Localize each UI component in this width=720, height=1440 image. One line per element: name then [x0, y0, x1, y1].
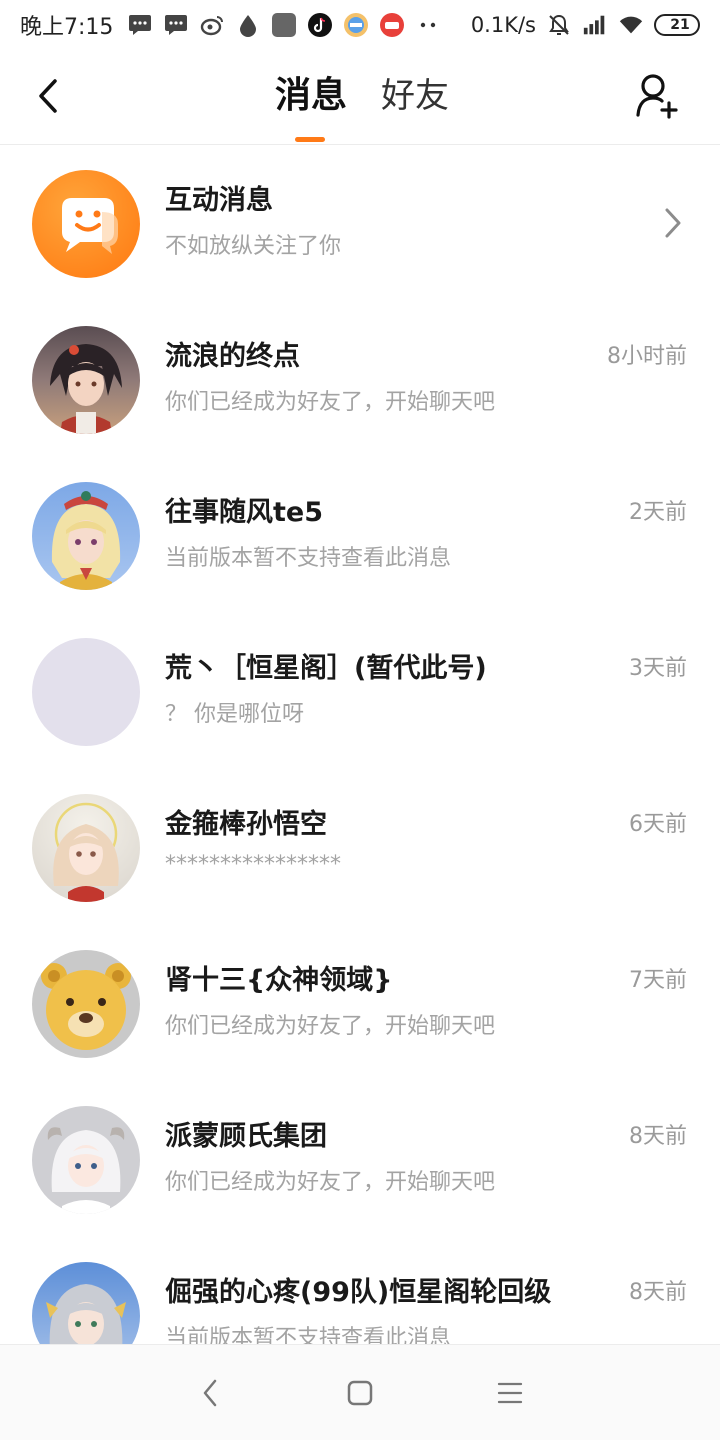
system-nav-bar	[0, 1344, 720, 1440]
nav-home-button[interactable]	[340, 1373, 380, 1413]
tabs: 消息 好友	[275, 72, 449, 142]
tab-messages[interactable]: 消息	[275, 72, 348, 142]
nav-menu-button[interactable]	[490, 1373, 530, 1413]
interaction-messages-item[interactable]: 互动消息 不如放纵关注了你	[0, 146, 720, 302]
avatar	[32, 1262, 140, 1344]
app-icon	[271, 12, 297, 38]
tab-friends-label: 好友	[381, 76, 450, 116]
add-friend-button[interactable]	[634, 72, 680, 120]
message-time: 2天前	[629, 500, 687, 525]
message-preview: 当前版本暂不支持查看此消息	[165, 1326, 452, 1344]
message-title: 倔强的心疼(99队)恒星阁轮回级	[165, 1277, 552, 1308]
avatar	[32, 638, 140, 746]
conversation-item[interactable]: 荒丶［恒星阁］(暂代此号) ？ 你是哪位呀 3天前	[0, 614, 720, 770]
message-preview: ****************	[165, 852, 341, 877]
avatar	[32, 482, 140, 590]
message-title: 派蒙顾氏集团	[165, 1121, 327, 1152]
conversation-item[interactable]: 往事随风te5 当前版本暂不支持查看此消息 2天前	[0, 458, 720, 614]
message-title: 肾十三{众神领域}	[165, 965, 393, 996]
message-body: 金箍棒孙悟空 **************** 6天前	[165, 794, 720, 902]
battery-icon: 21	[654, 14, 700, 36]
status-bar: 晚上7:15 0.1K/s 21	[0, 0, 720, 50]
message-preview: 当前版本暂不支持查看此消息	[165, 546, 452, 571]
tiktok-icon	[307, 12, 333, 38]
nav-back-button[interactable]	[190, 1373, 230, 1413]
avatar	[32, 1106, 140, 1214]
message-title: 金箍棒孙悟空	[165, 809, 327, 840]
message-body: 流浪的终点 你们已经成为好友了，开始聊天吧 8小时前	[165, 326, 720, 434]
back-button[interactable]	[30, 76, 66, 116]
mute-icon	[546, 12, 572, 38]
weibo-icon	[199, 12, 225, 38]
chevron-right-icon	[665, 208, 681, 238]
message-icon	[127, 12, 153, 38]
conversation-item[interactable]: 倔强的心疼(99队)恒星阁轮回级 当前版本暂不支持查看此消息 8天前	[0, 1238, 720, 1344]
conversation-item[interactable]: 肾十三{众神领域} 你们已经成为好友了，开始聊天吧 7天前	[0, 926, 720, 1082]
avatar	[32, 794, 140, 902]
message-body: 派蒙顾氏集团 你们已经成为好友了，开始聊天吧 8天前	[165, 1106, 720, 1214]
avatar	[32, 950, 140, 1058]
message-title: 互动消息	[165, 185, 273, 216]
avatar	[32, 326, 140, 434]
message-preview: ？ 你是哪位呀	[165, 702, 304, 727]
conversation-item[interactable]: 金箍棒孙悟空 **************** 6天前	[0, 770, 720, 926]
message-title: 流浪的终点	[165, 341, 300, 372]
message-title: 往事随风te5	[165, 497, 324, 528]
battery-level: 21	[670, 17, 690, 33]
message-body: 互动消息 不如放纵关注了你	[165, 170, 720, 278]
conversation-item[interactable]: 派蒙顾氏集团 你们已经成为好友了，开始聊天吧 8天前	[0, 1082, 720, 1238]
tab-friends[interactable]: 好友	[381, 72, 449, 120]
more-dots-icon	[415, 12, 441, 38]
message-time: 8小时前	[607, 344, 687, 369]
message-icon	[163, 12, 189, 38]
status-time: 晚上7:15	[20, 15, 114, 40]
app-icon	[343, 12, 369, 38]
message-preview: 你们已经成为好友了，开始聊天吧	[165, 390, 496, 415]
wifi-icon	[618, 12, 644, 38]
active-tab-indicator	[295, 137, 325, 142]
conversation-item[interactable]: 流浪的终点 你们已经成为好友了，开始聊天吧 8小时前	[0, 302, 720, 458]
app-icon	[379, 12, 405, 38]
message-time: 7天前	[629, 968, 687, 993]
message-preview: 你们已经成为好友了，开始聊天吧	[165, 1014, 496, 1039]
message-title: 荒丶［恒星阁］(暂代此号)	[165, 653, 487, 684]
add-friend-icon	[636, 74, 678, 119]
message-preview: 不如放纵关注了你	[165, 234, 342, 259]
home-nav-icon	[347, 1380, 373, 1405]
message-body: 倔强的心疼(99队)恒星阁轮回级 当前版本暂不支持查看此消息 8天前	[165, 1262, 720, 1344]
network-speed: 0.1K/s	[470, 13, 536, 37]
message-preview: 你们已经成为好友了，开始聊天吧	[165, 1170, 496, 1195]
message-body: 肾十三{众神领域} 你们已经成为好友了，开始聊天吧 7天前	[165, 950, 720, 1058]
back-arrow-icon	[39, 79, 57, 113]
message-body: 荒丶［恒星阁］(暂代此号) ？ 你是哪位呀 3天前	[165, 638, 720, 746]
back-nav-icon	[203, 1379, 217, 1406]
message-time: 8天前	[629, 1280, 687, 1305]
message-time: 6天前	[629, 812, 687, 837]
message-body: 往事随风te5 当前版本暂不支持查看此消息 2天前	[165, 482, 720, 590]
interaction-icon	[32, 170, 140, 278]
menu-nav-icon	[497, 1382, 523, 1403]
message-time: 3天前	[629, 656, 687, 681]
tab-messages-label: 消息	[275, 75, 348, 116]
signal-icon	[582, 12, 608, 38]
message-list: 互动消息 不如放纵关注了你 流浪的终点 你们已经成为好友了，开始聊天吧 8小时前	[0, 146, 720, 1344]
message-time: 8天前	[629, 1124, 687, 1149]
drop-icon	[235, 12, 261, 38]
header: 消息 好友	[0, 50, 720, 145]
